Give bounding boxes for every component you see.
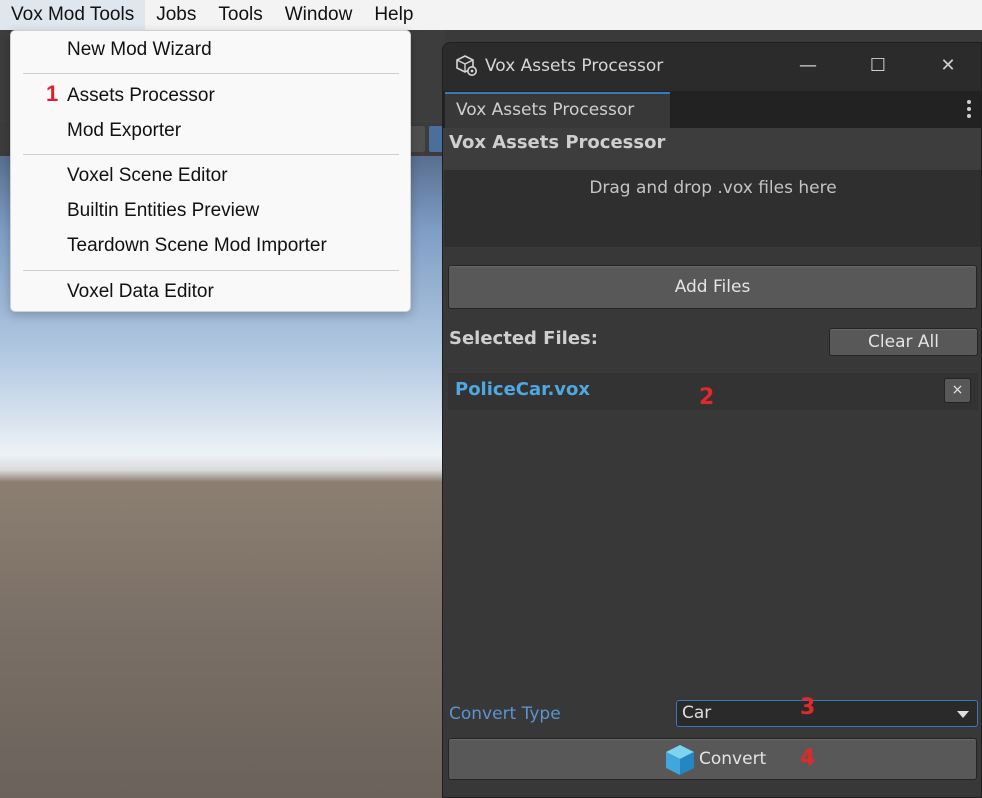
menu-item-assets-processor[interactable]: Assets Processor — [67, 84, 215, 108]
chevron-down-icon — [957, 711, 969, 718]
menu-window[interactable]: Window — [274, 0, 364, 30]
convert-button[interactable]: Convert — [448, 738, 977, 780]
convert-type-value: Car — [682, 703, 712, 723]
convert-type-label: Convert Type — [449, 704, 561, 724]
file-name: PoliceCar.vox — [455, 379, 590, 400]
add-files-button[interactable]: Add Files — [448, 265, 977, 309]
menu-separator — [23, 73, 399, 74]
tab-bar: Vox Assets Processor — [443, 91, 981, 128]
window-titlebar[interactable]: Vox Assets Processor — ☐ ✕ — [443, 43, 981, 91]
vox-assets-processor-window: Vox Assets Processor — ☐ ✕ Vox Assets Pr… — [442, 42, 982, 798]
remove-file-button[interactable]: × — [944, 378, 971, 403]
menu-item-voxel-data-editor[interactable]: Voxel Data Editor — [67, 280, 214, 304]
menu-item-builtin-entities-preview[interactable]: Builtin Entities Preview — [67, 199, 259, 223]
maximize-button[interactable]: ☐ — [853, 43, 903, 89]
menu-item-new-mod-wizard[interactable]: New Mod Wizard — [67, 38, 212, 62]
menu-separator — [23, 270, 399, 271]
menu-item-mod-exporter[interactable]: Mod Exporter — [67, 119, 181, 143]
menu-separator — [23, 154, 399, 155]
vox-mod-tools-dropdown: New Mod Wizard 1 Assets Processor Mod Ex… — [10, 30, 411, 312]
tab-vox-assets-processor[interactable]: Vox Assets Processor — [445, 92, 670, 128]
drop-zone[interactable]: Drag and drop .vox files here — [444, 170, 981, 247]
panel-header: Vox Assets Processor — [443, 128, 981, 170]
convert-button-label: Convert — [699, 749, 767, 769]
menu-tools[interactable]: Tools — [207, 0, 273, 30]
panel-title: Vox Assets Processor — [449, 132, 666, 153]
convert-type-dropdown[interactable]: Car — [676, 700, 978, 727]
clear-all-button[interactable]: Clear All — [829, 328, 978, 356]
close-button[interactable]: ✕ — [923, 43, 973, 89]
annotation-badge-4: 4 — [800, 746, 816, 771]
menu-item-teardown-scene-mod-importer[interactable]: Teardown Scene Mod Importer — [67, 234, 327, 258]
menu-vox-mod-tools[interactable]: Vox Mod Tools — [0, 0, 146, 30]
annotation-badge-2: 2 — [699, 385, 715, 410]
annotation-badge-1: 1 — [46, 81, 59, 106]
kebab-menu-icon[interactable] — [967, 100, 971, 121]
menu-jobs[interactable]: Jobs — [145, 0, 207, 30]
selected-files-label: Selected Files: — [449, 328, 598, 349]
menu-help[interactable]: Help — [363, 0, 424, 30]
menu-item-voxel-scene-editor[interactable]: Voxel Scene Editor — [67, 164, 228, 188]
minimize-button[interactable]: — — [783, 43, 833, 89]
window-title: Vox Assets Processor — [485, 56, 664, 76]
cube-gear-icon — [456, 55, 477, 76]
menu-bar: Vox Mod Tools Jobs Tools Window Help — [0, 0, 982, 30]
cube-icon — [666, 745, 694, 775]
annotation-badge-3: 3 — [800, 695, 816, 720]
scene-toolbar-button[interactable] — [409, 126, 425, 152]
